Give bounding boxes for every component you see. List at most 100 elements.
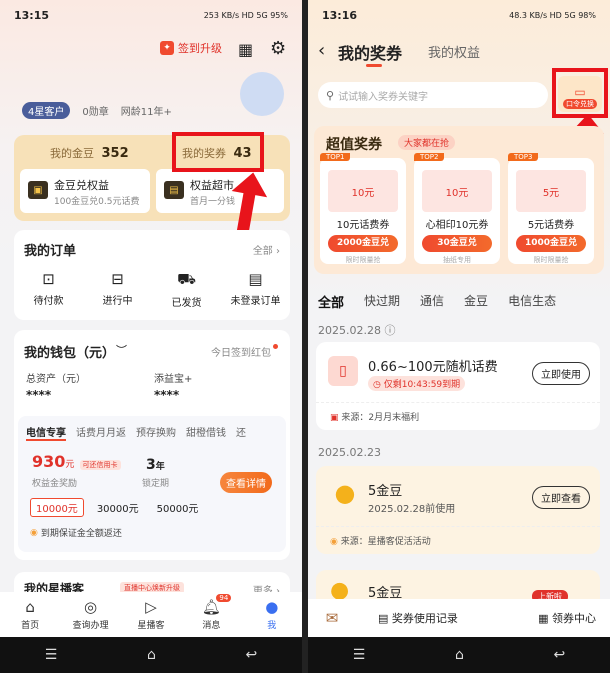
home-nav-icon[interactable]: ⌂ — [455, 647, 464, 663]
coupon-search-box[interactable]: ⚲ 试试输入奖券关键字 — [318, 82, 548, 108]
redeem-button[interactable]: 30金豆兑 — [422, 235, 492, 252]
status-bar: 13:16 48.3 KB/s HD 5G 98% — [308, 0, 610, 30]
promo-coupon-card[interactable]: TOP3 5元 5元话费券 1000金豆兑 限时限量抢 — [508, 153, 594, 264]
order-not-logged[interactable]: ▤ 未登录订单 — [221, 270, 290, 309]
message-count-badge: 94 — [216, 594, 232, 602]
order-shipped[interactable]: ⛟ 已发货 — [152, 270, 221, 309]
gold-exchange-card[interactable]: ▣ 金豆兑权益 100金豆兑0.5元话费 — [20, 169, 150, 213]
signin-upgrade-button[interactable]: ✦ 签到升级 — [160, 40, 222, 56]
menu-icon[interactable]: ☰ — [353, 647, 366, 663]
back-icon[interactable]: ↩ — [553, 647, 565, 663]
filter-ecosystem[interactable]: 电信生态 — [508, 292, 556, 311]
coupon-footnote: 限时限量抢 — [533, 256, 569, 264]
order-in-progress[interactable]: ⊟ 进行中 — [83, 270, 152, 309]
tab-star-broadcast[interactable]: ▷ 星播客 — [122, 598, 180, 631]
wallet-tab-telecom[interactable]: 电信专享 — [26, 424, 66, 441]
tab-label: 首页 — [21, 621, 40, 631]
wallet-tab-monthly-return[interactable]: 话费月月返 — [76, 424, 126, 441]
lock-years-value: 3 — [146, 457, 156, 473]
filter-all[interactable]: 全部 — [318, 292, 344, 311]
order-item-label: 已发货 — [171, 298, 202, 309]
filter-gold-bean[interactable]: 金豆 — [464, 292, 488, 311]
view-details-button[interactable]: 查看详情 — [220, 472, 272, 493]
deposit-note: ◉ 到期保证金全额返还 — [30, 526, 122, 540]
clock-icon: ◷ — [373, 380, 381, 390]
coupon-source: ◉ 来源：星播客促活活动 — [330, 534, 431, 547]
eye-closed-icon[interactable]: ︶ — [116, 342, 127, 358]
system-nav-bar: ☰ ⌂ ↩ — [308, 637, 610, 673]
gift-icon: ✦ — [160, 41, 174, 55]
red-arrow-icon — [231, 172, 268, 233]
my-rights-tab[interactable]: 我的权益 — [428, 42, 480, 61]
wallet-icon: ⊡ — [42, 270, 55, 288]
settings-gear-icon[interactable]: ⚙ — [270, 38, 286, 59]
avatar[interactable] — [240, 72, 284, 116]
home-nav-icon[interactable]: ⌂ — [147, 647, 156, 663]
coupon-item[interactable]: ● 5金豆 2025.02.28前使用 立即查看 ◉ 来源：星播客促活活动 — [316, 466, 600, 554]
tab-query[interactable]: ◎ 查询办理 — [62, 598, 120, 631]
coupon-source-text: 来源：星播客促活活动 — [340, 537, 431, 547]
coupon-item[interactable]: ▯ 0.66~100元随机话费 ◷ 仅剩10:43:59到期 立即使用 ▣ 来源… — [316, 342, 600, 430]
coupon-title: 0.66~100元随机话费 — [368, 360, 498, 375]
coupon-center-link[interactable]: ▦ 领券中心 — [538, 610, 596, 626]
tab-home[interactable]: ⌂ 首页 — [1, 598, 59, 631]
gold-bean-entry[interactable]: 我的金豆 352 — [50, 145, 129, 161]
coupon-bottom-bar: ✉ ▤ 奖券使用记录 ▦ 领券中心 — [308, 599, 610, 637]
scan-qr-icon[interactable]: ▦ — [238, 40, 253, 59]
status-indicators: 48.3 KB/s HD 5G 98% — [509, 10, 596, 20]
filter-expiring[interactable]: 快过期 — [364, 292, 400, 311]
coupon-ticket-icon[interactable]: ✉ — [308, 609, 356, 627]
status-time: 13:16 — [322, 8, 358, 22]
shopping-bag-icon: ▤ — [164, 181, 184, 199]
coupon-center-icon: ▦ — [538, 612, 549, 625]
gold-exchange-title: 金豆兑权益 — [54, 179, 109, 192]
net-age: 网龄11年+ — [120, 107, 172, 118]
menu-icon[interactable]: ☰ — [45, 647, 58, 663]
orders-all-link[interactable]: 全部 › — [253, 242, 280, 257]
coupon-name: 10元话费券 — [336, 220, 390, 231]
my-coupons-title[interactable]: 我的奖券 — [338, 40, 402, 64]
active-tab-indicator — [366, 64, 382, 67]
right-screen: 13:16 48.3 KB/s HD 5G 98% ‹ 我的奖券 我的权益 ⚲ … — [308, 0, 610, 673]
usage-record-link[interactable]: ▤ 奖券使用记录 — [378, 610, 458, 626]
total-assets-label: 总资产（元） — [26, 374, 86, 385]
tab-label: 我 — [267, 621, 277, 631]
truck-icon: ⛟ — [177, 270, 196, 288]
search-chat-icon: ◎ — [84, 598, 98, 616]
bonus-amount-value: 930 — [32, 452, 66, 471]
profile-row: 4星客户 0勋章 网龄11年+ — [22, 102, 172, 119]
use-now-button[interactable]: 立即使用 — [532, 362, 590, 385]
tab-messages[interactable]: 🔔︎ 94 消息 — [182, 594, 240, 631]
divider — [316, 402, 600, 403]
redeem-button[interactable]: 2000金豆兑 — [328, 235, 398, 252]
amount-option[interactable]: 30000元 — [92, 498, 144, 517]
help-icon[interactable]: ⓘ — [384, 324, 395, 337]
promo-coupon-card[interactable]: TOP1 10元 10元话费券 2000金豆兑 限时限量抢 — [320, 153, 406, 264]
gold-label: 我的金豆 — [50, 147, 94, 160]
filter-telecom[interactable]: 通信 — [420, 292, 444, 311]
level-badge[interactable]: 4星客户 — [22, 102, 71, 119]
amount-option[interactable]: 50000元 — [152, 498, 204, 517]
medal-count[interactable]: 0勋章 — [82, 103, 108, 118]
amount-option[interactable]: 10000元 — [30, 498, 84, 517]
redeem-button[interactable]: 1000金豆兑 — [516, 235, 586, 252]
coupon-filter-tabs: 全部 快过期 通信 金豆 电信生态 — [318, 292, 556, 311]
view-now-button[interactable]: 立即查看 — [532, 486, 590, 509]
deposit-note-text: 到期保证金全额返还 — [40, 529, 122, 539]
amount-options: 10000元 30000元 50000元 — [30, 498, 203, 517]
total-assets-value: **** — [26, 388, 52, 402]
order-pending-payment[interactable]: ⊡ 待付款 — [14, 270, 83, 309]
promo-coupon-card[interactable]: TOP2 10元 心相印10元券 30金豆兑 抽纸专用 — [414, 153, 500, 264]
tab-me[interactable]: ● 我 — [243, 598, 301, 631]
status-bar: 13:15 253 KB/s HD 5G 95% — [0, 0, 302, 30]
highlight-box-coupons — [172, 132, 264, 172]
wallet-tab-loan[interactable]: 甜橙借钱 — [186, 424, 226, 441]
group-date-text: 2025.02.28 — [318, 324, 381, 337]
wallet-tab-prestore[interactable]: 预存换购 — [136, 424, 176, 441]
back-icon[interactable]: ↩ — [245, 647, 257, 663]
signin-redpacket-link[interactable]: 今日签到红包 — [211, 344, 278, 359]
expiry-countdown: ◷ 仅剩10:43:59到期 — [368, 376, 466, 391]
duck-gold-icon: ● — [334, 479, 356, 507]
wallet-tab-repay[interactable]: 还 — [236, 424, 246, 441]
back-arrow-icon[interactable]: ‹ — [318, 40, 325, 61]
